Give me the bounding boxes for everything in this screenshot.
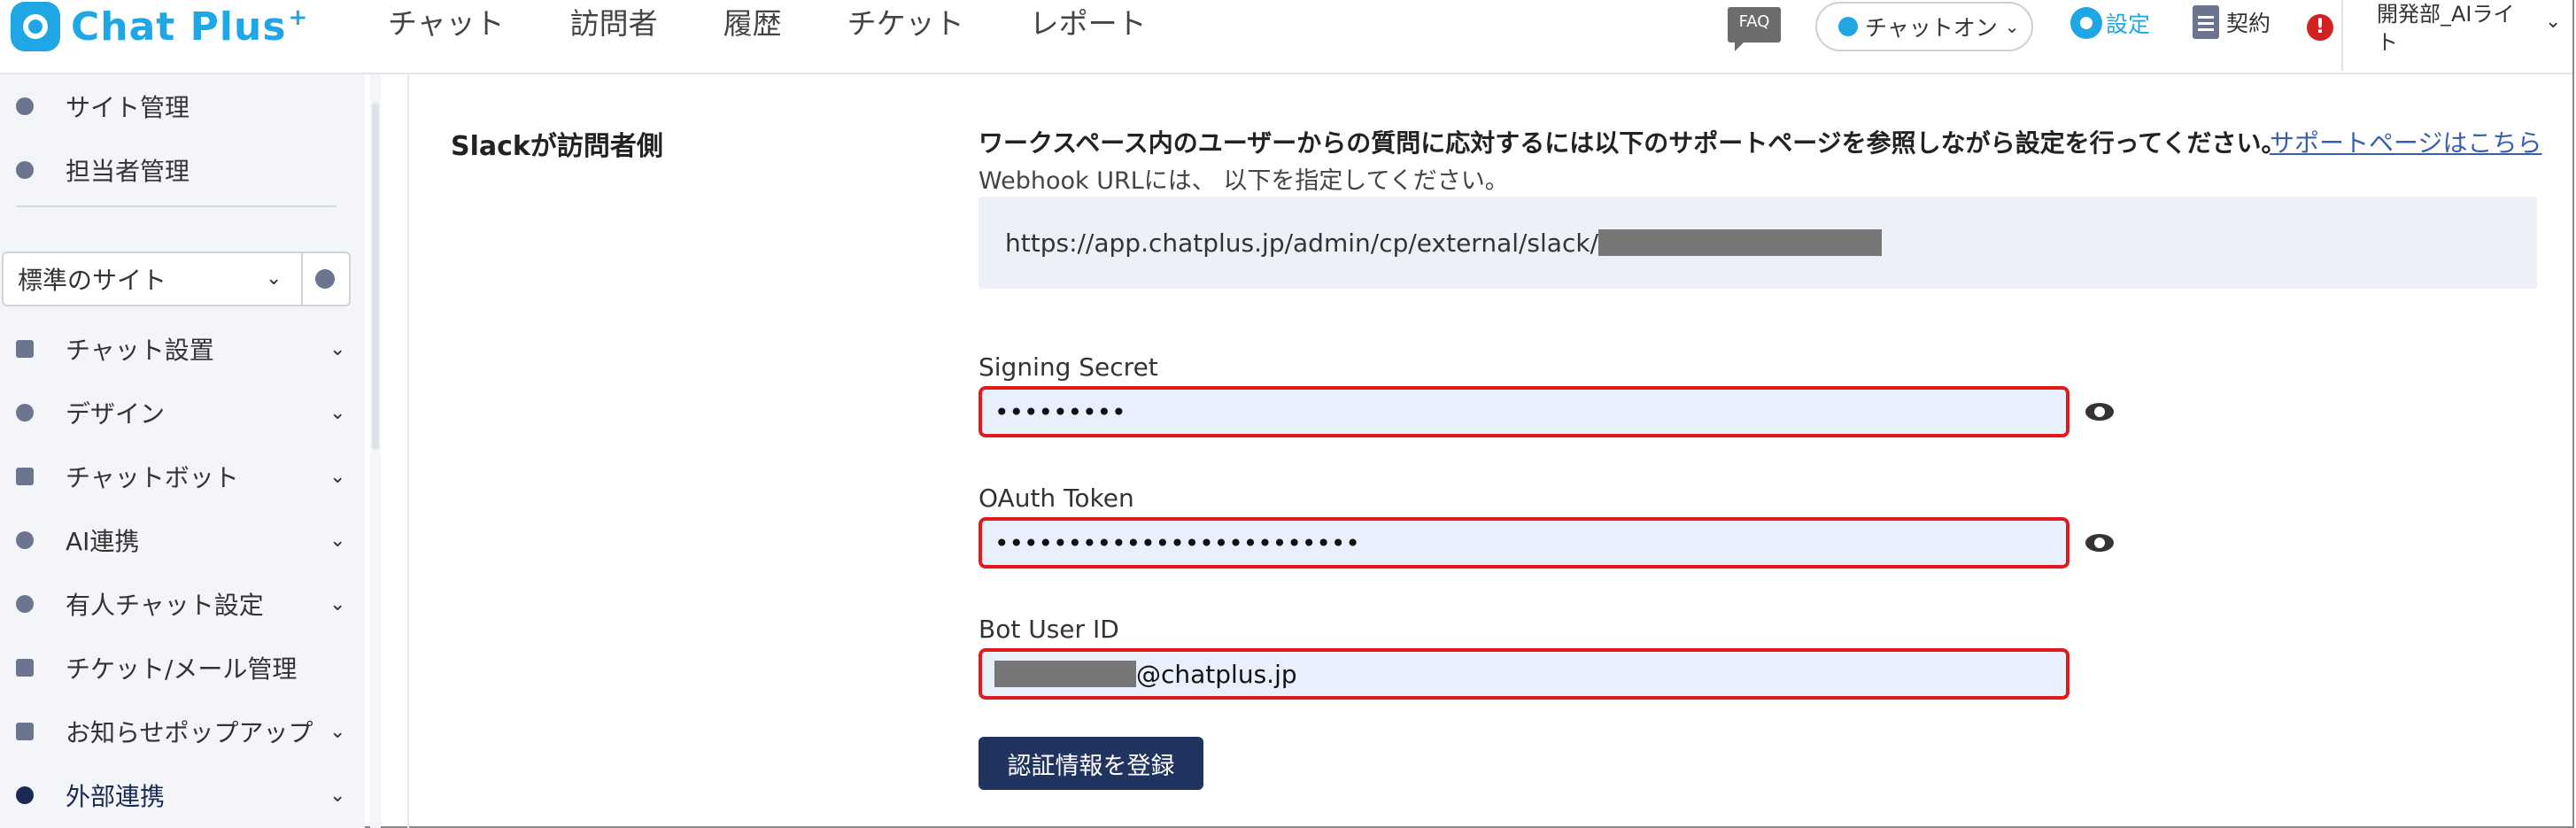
settings-label: 設定 [2106, 12, 2151, 37]
chat-status-label: チャットオン [1865, 15, 1998, 41]
user-name-line2: ト [2377, 30, 2398, 55]
logo[interactable]: Chat Plus+ [11, 0, 308, 53]
sidebar-item-label: チケット/メール管理 [66, 654, 298, 684]
sidebar-item-site-management[interactable]: サイト管理 [0, 80, 365, 133]
signing-secret-label: Signing Secret [979, 352, 1158, 382]
sidebar-scrollbar-thumb[interactable] [372, 103, 379, 450]
bulb-icon [16, 531, 34, 549]
sidebar-item-chat-install[interactable]: チャット設置 ⌄ [0, 322, 365, 375]
nav-tickets[interactable]: チケット [847, 2, 964, 46]
chatplus-logo-icon [11, 2, 60, 51]
webhook-url-text: https://app.chatplus.jp/admin/cp/externa… [1005, 228, 1599, 258]
popup-icon [16, 723, 34, 740]
webhook-note: Webhook URLには、 以下を指定してください。 [979, 167, 1509, 195]
gear-icon [2070, 7, 2102, 39]
oauth-token-value: ••••••••••••••••••••••••• [994, 528, 1360, 558]
people-icon [16, 161, 34, 179]
contract-link[interactable]: 契約 [2193, 5, 2270, 39]
sidebar-item-staff-management[interactable]: 担当者管理 [0, 143, 365, 197]
logo-plus: + [288, 4, 309, 31]
nav-reports[interactable]: レポート [1030, 2, 1147, 46]
nav-chat[interactable]: チャット [388, 2, 505, 46]
sidebar-item-chatbot[interactable]: チャットボット ⌄ [0, 450, 365, 503]
user-name-line1: 開発部_AIライ [2377, 2, 2515, 27]
bot-user-id-suffix: @chatplus.jp [1136, 659, 1297, 689]
main-nav: チャット 訪問者 履歴 チケット レポート [388, 2, 1212, 46]
faq-icon[interactable]: FAQ [1728, 7, 1781, 51]
contract-label: 契約 [2226, 11, 2271, 36]
status-dot-icon [1838, 17, 1858, 36]
logo-text: Chat Plus+ [71, 4, 308, 50]
sidebar-item-ai[interactable]: AI連携 ⌄ [0, 514, 365, 567]
site-gear-icon [16, 97, 34, 115]
sidebar-item-live-chat[interactable]: 有人チャット設定 ⌄ [0, 577, 365, 631]
nav-history[interactable]: 履歴 [723, 2, 782, 46]
oauth-token-label: OAuth Token [979, 484, 1134, 513]
site-select-value: 標準のサイト [18, 266, 167, 295]
palette-icon [16, 404, 34, 422]
chevron-down-icon: ⌄ [329, 337, 346, 360]
redacted-block [994, 661, 1136, 687]
register-credentials-button[interactable]: 認証情報を登録 [979, 737, 1203, 790]
sidebar-item-label: お知らせポップアップ [66, 718, 313, 747]
share-icon [16, 786, 34, 804]
section-title: Slackが訪問者側 [451, 131, 663, 162]
sidebar-item-label: AI連携 [66, 527, 140, 556]
settings-link[interactable]: 設定 [2070, 7, 2150, 39]
chat-bubbles-icon [16, 468, 34, 485]
chevron-down-icon: ⌄ [329, 784, 346, 807]
sidebar-item-label: 外部連携 [66, 782, 166, 811]
sidebar-item-design[interactable]: デザイン ⌄ [0, 386, 365, 439]
redacted-block [1598, 229, 1883, 256]
sidebar-item-ticket-mail[interactable]: チケット/メール管理 [0, 641, 365, 694]
sidebar-item-label: デザイン [66, 399, 166, 429]
signing-secret-value: ••••••••• [994, 397, 1126, 427]
show-token-eye-icon[interactable] [2085, 534, 2114, 552]
chevron-down-icon: ⌄ [329, 465, 346, 488]
chevron-down-icon: ⌄ [266, 253, 303, 305]
chevron-down-icon: ⌄ [329, 401, 346, 424]
sidebar-item-external[interactable]: 外部連携 ⌄ [0, 769, 365, 822]
sidebar: サイト管理 担当者管理 標準のサイト ⌄ チャット設置 ⌄ デザイン ⌄ チャッ… [0, 74, 365, 828]
tools-icon [16, 340, 34, 358]
sidebar-item-label: 有人チャット設定 [66, 591, 264, 620]
site-settings-icon[interactable] [315, 269, 335, 289]
oauth-token-field[interactable]: ••••••••••••••••••••••••• [979, 517, 2069, 569]
chat-status-toggle[interactable]: チャットオン ⌄ [1815, 2, 2033, 51]
sidebar-item-label: 担当者管理 [66, 157, 190, 186]
user-menu[interactable]: 開発部_AIライ ト [2377, 0, 2527, 57]
headset-icon [16, 595, 34, 613]
sidebar-divider [16, 205, 337, 207]
chevron-down-icon: ⌄ [329, 720, 346, 743]
nav-visitors[interactable]: 訪問者 [570, 2, 658, 46]
webhook-url-box[interactable]: https://app.chatplus.jp/admin/cp/externa… [979, 197, 2537, 289]
chevron-down-icon: ⌄ [2004, 16, 2020, 37]
header-divider [2341, 0, 2343, 71]
show-password-eye-icon[interactable] [2085, 403, 2114, 421]
top-bar: Chat Plus+ チャット 訪問者 履歴 チケット レポート FAQ チャッ… [0, 0, 2572, 74]
user-chevron-down-icon[interactable]: ⌄ [2545, 11, 2561, 33]
alert-icon[interactable]: ! [2307, 14, 2333, 41]
support-page-link[interactable]: サポートページはこちら [2270, 124, 2541, 159]
logo-name: Chat Plus [71, 4, 287, 50]
content-divider [407, 74, 409, 828]
instructions-text: ワークスペース内のユーザーからの質問に応対するには以下のサポートページを参照しな… [979, 128, 2286, 158]
sidebar-item-label: チャットボット [66, 463, 239, 492]
sidebar-item-popup[interactable]: お知らせポップアップ ⌄ [0, 705, 365, 758]
bot-user-id-field[interactable]: @chatplus.jp [979, 648, 2069, 700]
chevron-down-icon: ⌄ [329, 592, 346, 615]
document-icon [2193, 5, 2219, 39]
list-icon [16, 659, 34, 677]
signing-secret-field[interactable]: ••••••••• [979, 386, 2069, 437]
bot-user-id-label: Bot User ID [979, 615, 1119, 644]
sidebar-item-label: チャット設置 [66, 336, 214, 365]
site-select[interactable]: 標準のサイト ⌄ [2, 251, 351, 306]
sidebar-item-label: サイト管理 [66, 93, 190, 122]
chevron-down-icon: ⌄ [329, 529, 346, 552]
